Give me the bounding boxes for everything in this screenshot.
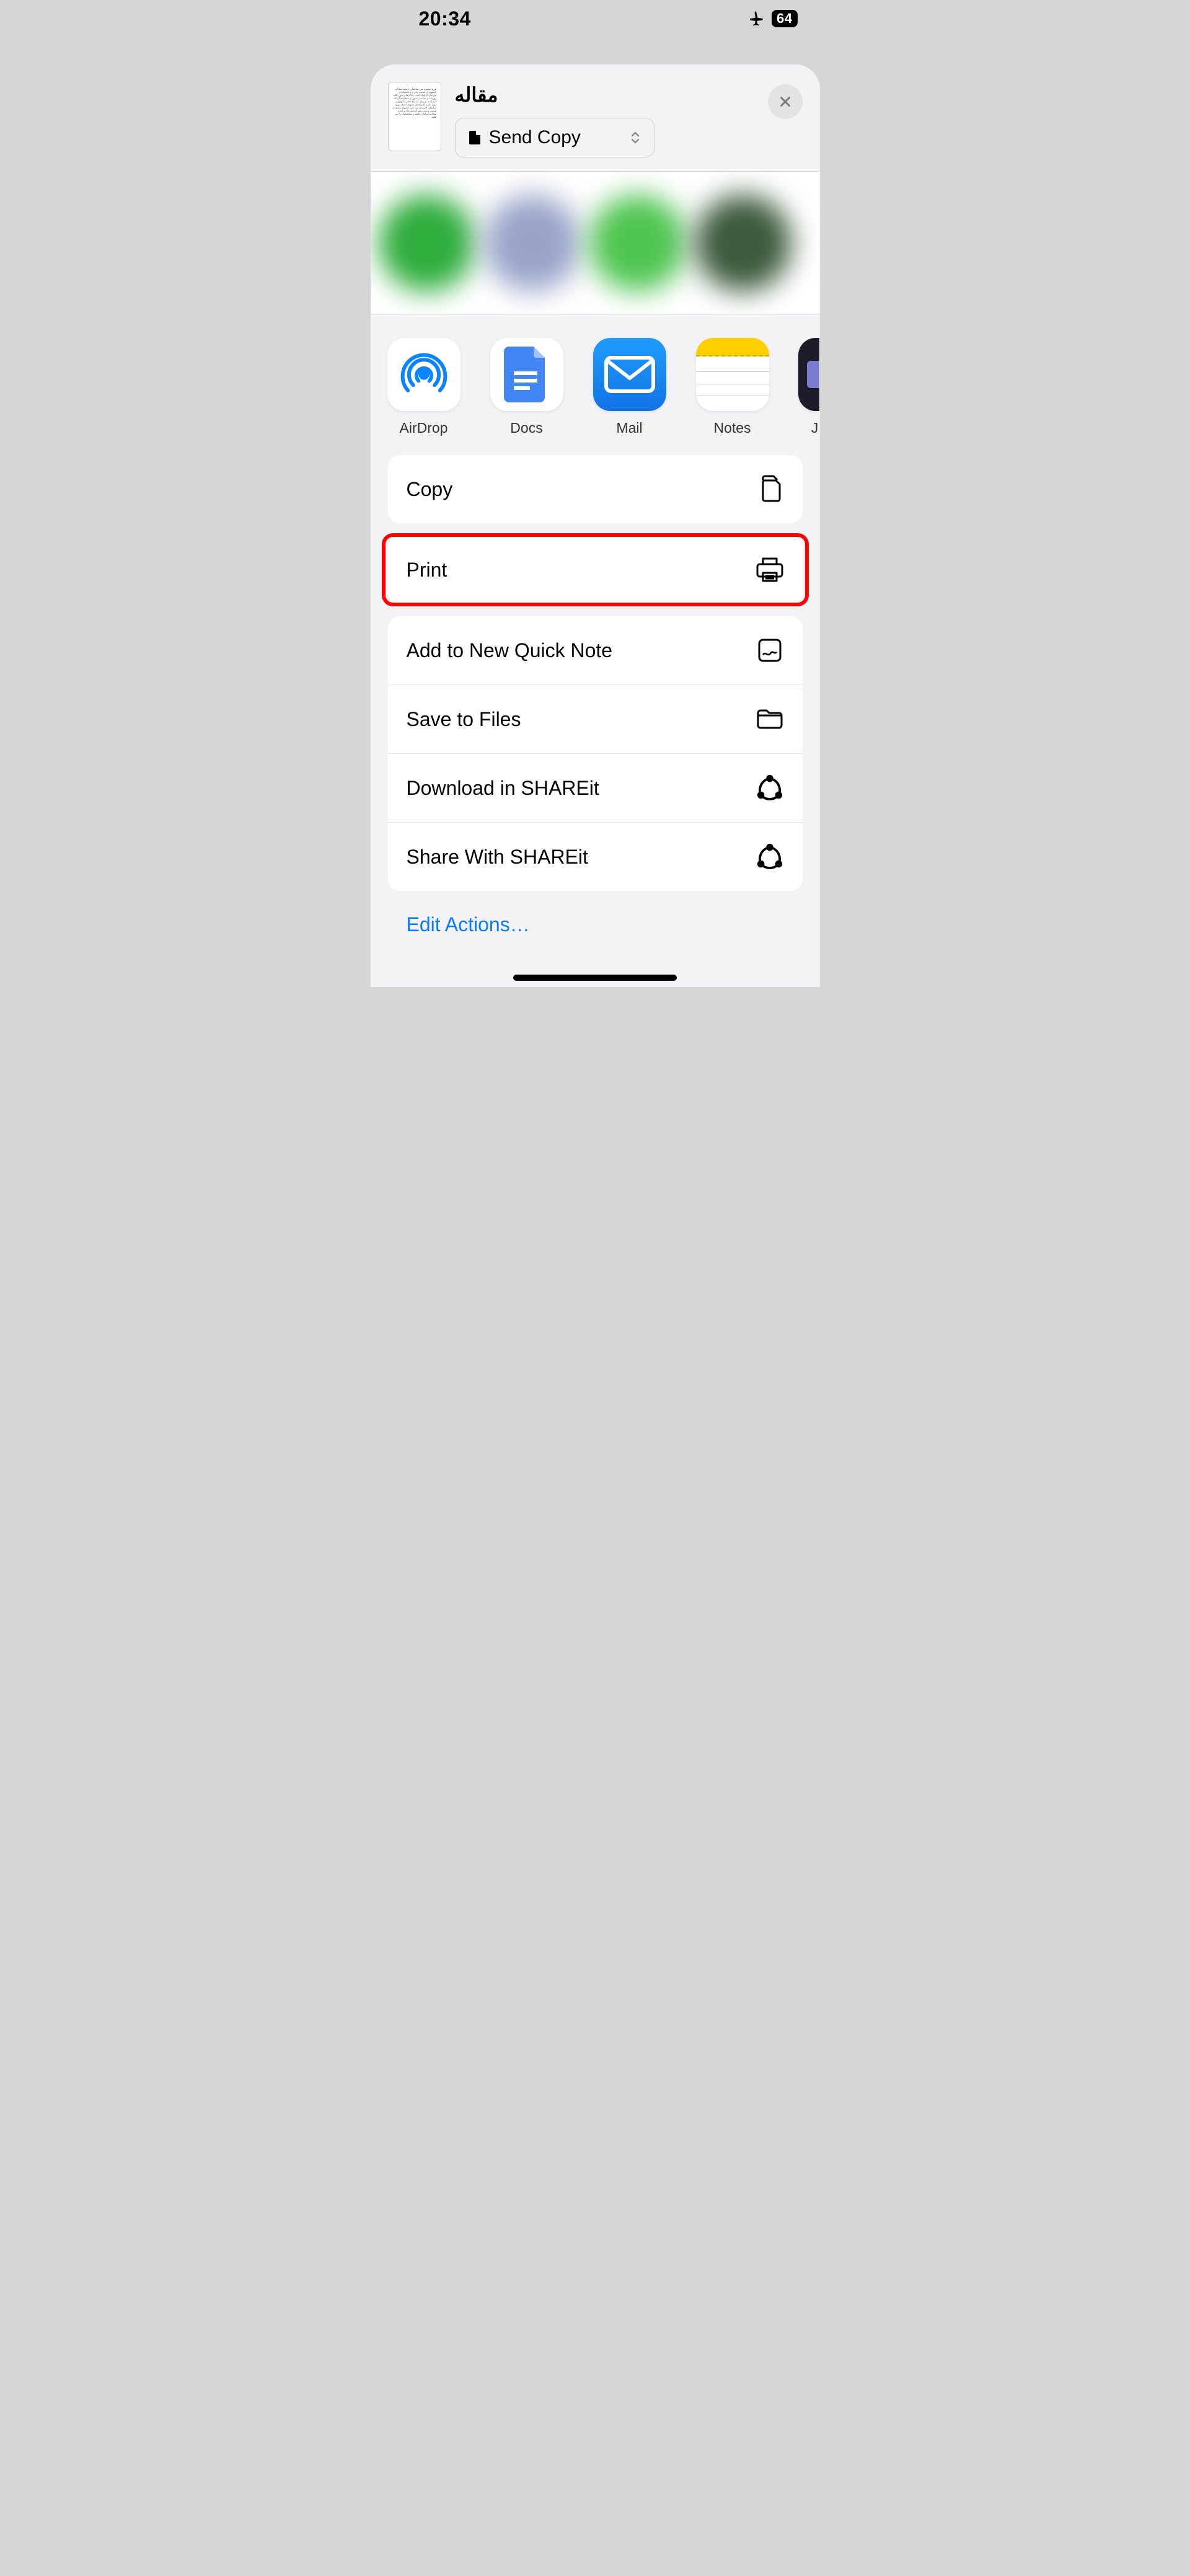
action-group-copy: Copy (388, 455, 803, 523)
share-sheet-header: لورم ایپسوم متن ساختگی با تولید سادگی نا… (371, 64, 820, 172)
send-copy-selector[interactable]: Send Copy (455, 118, 654, 157)
updown-chevron-icon (630, 130, 640, 145)
app-label: Notes (713, 420, 751, 436)
docs-icon (490, 338, 563, 411)
home-indicator[interactable] (513, 975, 677, 981)
battery-level: 64 (772, 10, 797, 27)
status-time: 20:34 (419, 7, 471, 30)
quick-note-icon (756, 636, 784, 665)
close-icon (778, 95, 792, 108)
app-label: Docs (510, 420, 542, 436)
folder-icon (756, 705, 784, 733)
printer-icon (756, 555, 784, 584)
share-people-row[interactable] (371, 172, 820, 314)
action-label: Share With SHAREit (407, 846, 588, 869)
mail-icon (593, 338, 666, 411)
action-label: Save to Files (407, 708, 521, 731)
action-download-shareit[interactable]: Download in SHAREit (388, 753, 803, 822)
app-mail[interactable]: Mail (593, 338, 667, 436)
shareit-icon (756, 774, 784, 802)
close-button[interactable] (768, 84, 803, 119)
app-label: J (811, 420, 819, 436)
action-save-files[interactable]: Save to Files (388, 684, 803, 753)
shareit-icon (756, 843, 784, 871)
action-print[interactable]: Print (388, 536, 803, 604)
unknown-app-icon (798, 338, 819, 411)
action-group-print: Print (388, 536, 803, 604)
app-docs[interactable]: Docs (490, 338, 564, 436)
edit-actions-link[interactable]: Edit Actions… (407, 913, 820, 936)
document-icon (469, 131, 480, 144)
action-label: Print (407, 559, 447, 582)
action-copy[interactable]: Copy (388, 455, 803, 523)
send-copy-label: Send Copy (489, 127, 581, 148)
share-sheet: لورم ایپسوم متن ساختگی با تولید سادگی نا… (371, 64, 820, 987)
app-notes[interactable]: Notes (695, 338, 770, 436)
status-bar: 20:34 64 (371, 0, 820, 37)
action-label: Add to New Quick Note (407, 639, 613, 662)
action-label: Copy (407, 478, 453, 501)
app-label: AirDrop (400, 420, 448, 436)
app-airdrop[interactable]: AirDrop (387, 338, 461, 436)
action-group-main: Add to New Quick Note Save to Files Down… (388, 616, 803, 891)
app-unknown[interactable]: J (798, 338, 819, 436)
airplane-mode-icon (747, 9, 765, 28)
airdrop-icon (387, 338, 461, 411)
document-thumbnail: لورم ایپسوم متن ساختگی با تولید سادگی نا… (388, 82, 441, 151)
header-main: مقاله Send Copy (455, 82, 754, 157)
copy-icon (756, 475, 784, 503)
status-right: 64 (747, 9, 797, 28)
action-label: Download in SHAREit (407, 777, 599, 800)
app-label: Mail (616, 420, 642, 436)
document-title: مقاله (455, 83, 754, 107)
notes-icon (696, 338, 769, 411)
action-quick-note[interactable]: Add to New Quick Note (388, 616, 803, 684)
action-share-shareit[interactable]: Share With SHAREit (388, 822, 803, 891)
share-apps-row[interactable]: AirDrop Docs Mail (371, 314, 820, 455)
